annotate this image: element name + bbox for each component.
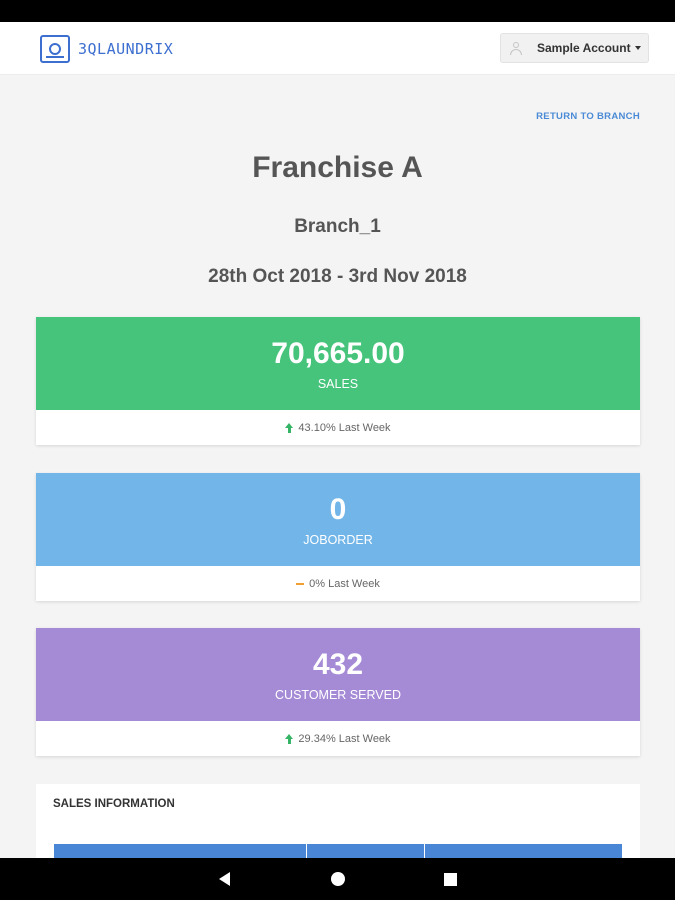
date-range: 28th Oct 2018 - 3rd Nov 2018 [208,266,467,287]
sales-information-title: SALES INFORMATION [53,798,175,810]
joborder-trend: 0% Last Week [36,566,640,601]
customer-served-card-header: 432 CUSTOMER SERVED [36,628,640,721]
customer-served-card: 432 CUSTOMER SERVED 29.34% Last Week [36,628,640,756]
dash-icon [296,582,305,585]
branch-name: Branch_1 [294,216,381,237]
status-bar [0,0,675,22]
sales-trend: 43.10% Last Week [36,410,640,445]
sales-card: 70,665.00 SALES 43.10% Last Week [36,317,640,445]
sales-information-panel: SALES INFORMATION [36,784,640,864]
joborder-card: 0 JOBORDER 0% Last Week [36,473,640,601]
return-to-branch-link[interactable]: RETURN TO BRANCH [536,111,640,122]
customer-served-trend: 29.34% Last Week [36,721,640,756]
home-icon[interactable] [331,872,345,886]
caret-down-icon [634,46,641,50]
android-nav-bar [0,858,675,900]
account-label: Sample Account [537,41,631,55]
logo-text: 3QLAUNDRIX [78,40,174,58]
washing-machine-icon [40,35,70,63]
page-title: Franchise A [252,151,423,184]
arrow-up-icon [285,733,294,744]
app-logo[interactable]: 3QLAUNDRIX [40,35,173,63]
sales-card-header: 70,665.00 SALES [36,317,640,410]
joborder-card-header: 0 JOBORDER [36,473,640,566]
back-icon[interactable] [219,872,230,886]
user-icon [509,41,523,55]
app-header: 3QLAUNDRIX Sample Account [0,22,675,75]
customer-served-change: 29.34% Last Week [298,732,391,745]
joborder-change: 0% Last Week [309,577,380,590]
sales-value: 70,665.00 [271,336,405,370]
account-menu-button[interactable]: Sample Account [500,33,649,63]
sales-change: 43.10% Last Week [298,421,391,434]
joborder-value: 0 [329,492,347,526]
sales-label: SALES [317,376,359,391]
customer-served-value: 432 [312,647,364,681]
customer-served-label: CUSTOMER SERVED [275,687,401,702]
joborder-label: JOBORDER [303,532,373,547]
arrow-up-icon [285,422,294,433]
recent-apps-icon[interactable] [444,873,457,886]
